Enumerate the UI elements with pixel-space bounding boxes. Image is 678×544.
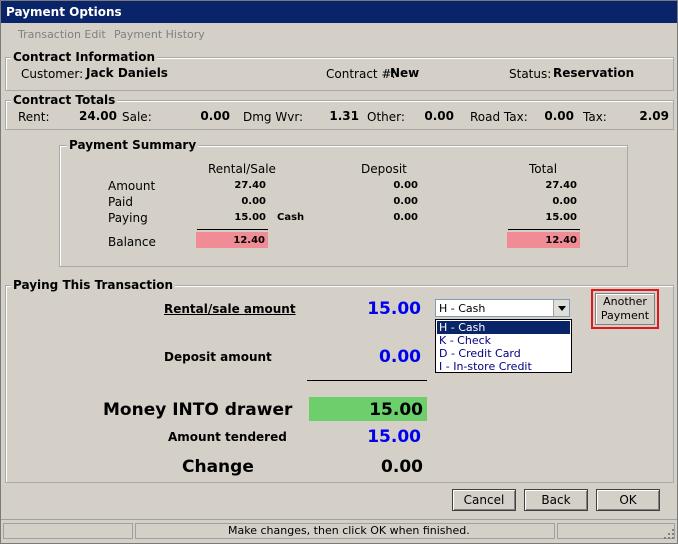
change-value: 0.00: [381, 457, 423, 477]
status-cell-right: [557, 523, 675, 539]
payment-options-window: Payment Options Transaction Edit Payment…: [0, 0, 678, 544]
row-paying-label: Paying: [108, 211, 148, 225]
contract-information-title: Contract Information: [11, 50, 158, 64]
col-total: Total: [529, 162, 558, 176]
status-bar: Make changes, then click OK when finishe…: [1, 519, 677, 542]
row-balance-label: Balance: [108, 235, 156, 249]
payment-method-option-in-store-credit[interactable]: I - In-store Credit: [437, 360, 570, 373]
chevron-down-icon: [558, 306, 566, 311]
status-message: Make changes, then click OK when finishe…: [228, 524, 470, 537]
payment-method-option-credit-card[interactable]: D - Credit Card: [437, 347, 570, 360]
menu-bar: Transaction Edit Payment History: [1, 24, 677, 45]
deposit-amount: 0.00: [393, 180, 418, 191]
other-label: Other:: [367, 110, 405, 124]
sale-value: 0.00: [200, 109, 230, 123]
another-payment-button[interactable]: Another Payment: [595, 293, 655, 325]
other-value: 0.00: [424, 109, 454, 123]
ok-button[interactable]: OK: [596, 489, 660, 511]
payment-method-option-cash[interactable]: H - Cash: [437, 321, 570, 334]
customer-value: Jack Daniels: [86, 66, 168, 80]
dmg-wvr-label: Dmg Wvr:: [243, 110, 304, 124]
amount-sum-rule: [307, 380, 427, 381]
menu-payment-history[interactable]: Payment History: [114, 28, 205, 41]
dmg-wvr-value: 1.31: [329, 109, 359, 123]
amount-tendered-label: Amount tendered: [168, 430, 287, 444]
rental-sum-rule: [197, 229, 268, 230]
rent-value: 24.00: [79, 109, 117, 123]
road-tax-label: Road Tax:: [470, 110, 528, 124]
back-button[interactable]: Back: [524, 489, 588, 511]
total-balance: 12.40: [545, 235, 577, 246]
paying-transaction-title: Paying This Transaction: [11, 278, 176, 292]
sale-label: Sale:: [122, 110, 152, 124]
another-payment-highlight: Another Payment: [591, 289, 659, 329]
dropdown-arrow-button[interactable]: [553, 300, 569, 316]
deposit-amount-label: Deposit amount: [164, 350, 272, 364]
total-paying: 15.00: [545, 212, 577, 223]
money-into-drawer-value: 15.00: [369, 400, 423, 420]
status-value: Reservation: [553, 66, 635, 80]
status-label: Status:: [509, 67, 552, 81]
total-amount: 27.40: [545, 180, 577, 191]
rental-sale-amount-value[interactable]: 15.00: [341, 299, 421, 319]
payment-method-selected: H - Cash: [439, 302, 486, 315]
total-sum-rule: [508, 229, 580, 230]
row-paid-label: Paid: [108, 195, 134, 209]
paying-transaction-group: [5, 285, 674, 483]
contract-number-label: Contract #:: [326, 67, 396, 81]
deposit-paid: 0.00: [393, 196, 418, 207]
status-cell-left: [3, 523, 133, 539]
amount-tendered-value[interactable]: 15.00: [341, 427, 421, 447]
contract-totals-title: Contract Totals: [11, 93, 118, 107]
road-tax-value: 0.00: [544, 109, 574, 123]
total-paid: 0.00: [552, 196, 577, 207]
resize-grip-icon[interactable]: [664, 529, 674, 539]
cancel-button[interactable]: Cancel: [452, 489, 516, 511]
rent-label: Rent:: [18, 110, 50, 124]
col-deposit: Deposit: [361, 162, 407, 176]
window-title: Payment Options: [1, 1, 677, 23]
tax-label: Tax:: [583, 110, 607, 124]
row-amount-label: Amount: [108, 179, 156, 193]
money-into-drawer-label: Money INTO drawer: [103, 400, 293, 420]
rental-paying: 15.00: [234, 212, 266, 223]
rental-sale-amount-label: Rental/sale amount: [164, 302, 296, 316]
rental-balance: 12.40: [233, 235, 265, 246]
payment-method-select[interactable]: H - Cash: [435, 299, 570, 317]
paying-method: Cash: [277, 212, 305, 223]
deposit-paying: 0.00: [393, 212, 418, 223]
payment-method-option-check[interactable]: K - Check: [437, 334, 570, 347]
payment-method-list: H - Cash K - Check D - Credit Card I - I…: [435, 319, 572, 373]
customer-label: Customer:: [21, 67, 84, 81]
payment-summary-title: Payment Summary: [67, 138, 199, 152]
deposit-amount-value[interactable]: 0.00: [341, 347, 421, 367]
change-label: Change: [182, 457, 254, 477]
rental-amount: 27.40: [234, 180, 266, 191]
menu-transaction-edit[interactable]: Transaction Edit: [18, 28, 106, 41]
contract-number-value: New: [390, 66, 420, 80]
col-rental-sale: Rental/Sale: [208, 162, 276, 176]
tax-value: 2.09: [639, 109, 669, 123]
rental-paid: 0.00: [241, 196, 266, 207]
